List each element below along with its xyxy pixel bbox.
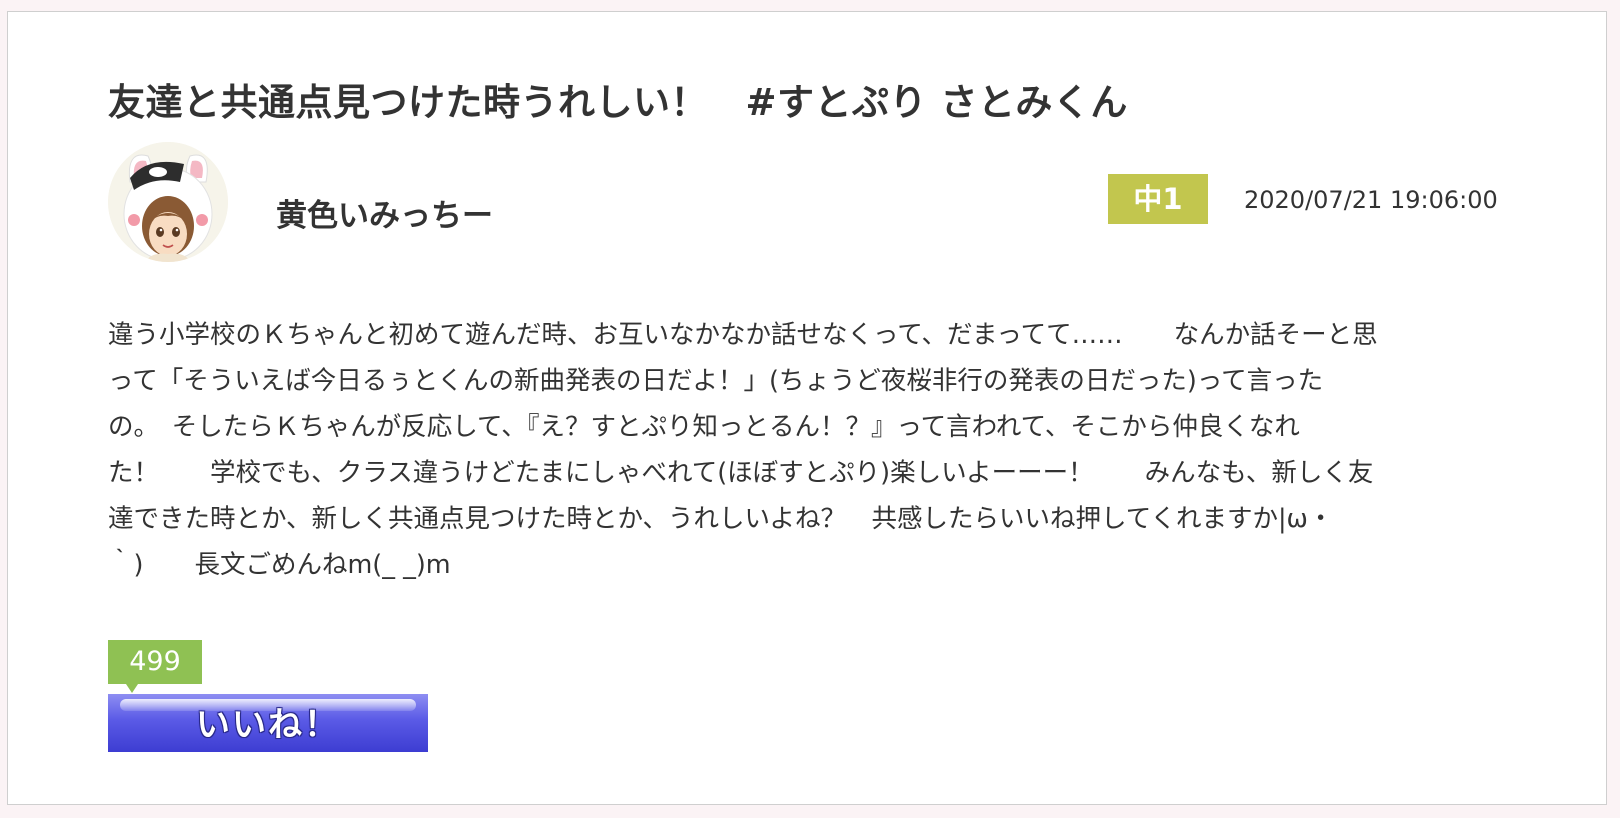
post-body-line: 違う小学校のＫちゃんと初めて遊んだ時、お互いなかなか話せなくって、だまってて……… [108,320,1378,350]
like-count-bubble: 499 [108,640,202,684]
like-count-bubble-tail [126,684,138,693]
post-title: 友達と共通点見つけた時うれしい！ #すとぷり さとみくん [108,81,1128,124]
post-body-line: 達できた時とか、新しく共通点見つけた時とか、うれしいよね？ 共感したらいいね押し… [108,504,1334,534]
post-body-line: って「そういえば今日るぅとくんの新曲発表の日だよ！」(ちょうど夜桜非行の発表の日… [108,366,1324,396]
post-timestamp: 2020/07/21 19:06:00 [1244,186,1498,214]
like-button-label: いいね！ [196,705,340,745]
post-body: 違う小学校のＫちゃんと初めて遊んだ時、お互いなかなか話せなくって、だまってて……… [108,312,1508,588]
post-body-line: ｀) 長文ごめんねm(_ _)m [108,550,451,580]
author-name[interactable]: 黄色いみっちー [276,190,493,235]
post-body-line: た！ 学校でも、クラス違うけどたまにしゃべれて(ほぼすとぷり)楽しいよーーー！ … [108,458,1374,488]
post-card: 友達と共通点見つけた時うれしい！ #すとぷり さとみくん 黄色いみっちー 中1 … [7,11,1607,805]
like-button[interactable]: いいね！ [108,694,428,752]
post-body-line: の。 そしたらＫちゃんが反応して、『え？すとぷり知っとるん！？』って言われて、そ… [108,412,1300,442]
grade-badge: 中1 [1108,174,1208,224]
girl-avatar-with-bunny-hood-icon [108,142,228,262]
author-avatar[interactable] [108,142,228,262]
